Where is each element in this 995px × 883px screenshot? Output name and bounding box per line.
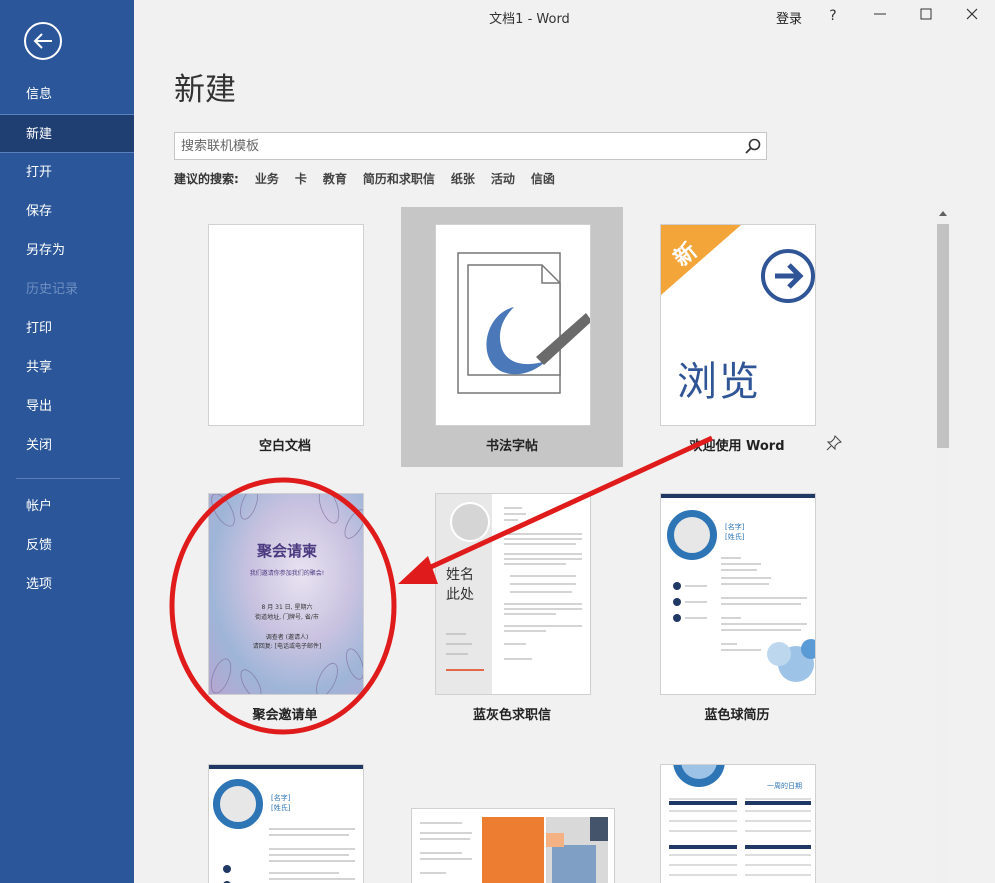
sidebar-item-share[interactable]: 共享 bbox=[0, 348, 134, 387]
party-title: 聚会请柬 bbox=[256, 542, 317, 560]
search-icon[interactable] bbox=[744, 137, 762, 155]
party-subtitle: 我们邀请你参加我们的聚会! bbox=[249, 570, 325, 577]
suggested-searches: 建议的搜索: 业务 卡 教育 简历和求职信 纸张 活动 信函 bbox=[174, 170, 571, 187]
template-party-invitation[interactable]: 聚会请柬 我们邀请你参加我们的聚会! 8 月 31 日, 星期六 街道地址, 门… bbox=[174, 476, 396, 736]
party-location: 街道地址, 门牌号, 省/市 bbox=[255, 614, 319, 621]
body-text-lines bbox=[446, 507, 582, 671]
calendar-title: 一周的日期 bbox=[767, 782, 802, 790]
sidebar-item-export[interactable]: 导出 bbox=[0, 387, 134, 426]
suggestion-event[interactable]: 活动 bbox=[491, 170, 515, 187]
template-brochure-partial[interactable] bbox=[401, 790, 623, 883]
maximize-icon bbox=[920, 8, 932, 20]
sidebar-item-save-as[interactable]: 另存为 bbox=[0, 231, 134, 270]
sign-in-link[interactable]: 登录 bbox=[776, 8, 802, 27]
suggestion-resume[interactable]: 简历和求职信 bbox=[363, 170, 435, 187]
sidebar-item-feedback[interactable]: 反馈 bbox=[0, 526, 134, 565]
scrollbar-thumb[interactable] bbox=[937, 224, 949, 448]
browse-text: 浏览 bbox=[677, 359, 761, 405]
sidebar-item-close[interactable]: 关闭 bbox=[0, 426, 134, 465]
calligraphy-icon bbox=[457, 252, 590, 394]
sidebar-item-new[interactable]: 新建 bbox=[0, 114, 134, 153]
minimize-icon bbox=[874, 13, 886, 15]
suggestion-letter[interactable]: 信函 bbox=[531, 170, 555, 187]
template-thumbnail: 聚会请柬 我们邀请你参加我们的聚会! 8 月 31 日, 星期六 街道地址, 门… bbox=[208, 493, 364, 695]
template-search-input[interactable] bbox=[175, 133, 715, 159]
template-thumbnail: [名字] [姓氏] bbox=[208, 764, 364, 883]
page-title: 新建 bbox=[174, 72, 236, 108]
brochure-preview bbox=[420, 817, 608, 883]
pin-icon[interactable] bbox=[826, 435, 842, 451]
party-host: 调查者 (邀请人) bbox=[265, 634, 309, 641]
sidebar-item-account[interactable]: 帐户 bbox=[0, 487, 134, 526]
template-calligraphy[interactable]: 书法字帖 bbox=[401, 207, 623, 467]
resume-body bbox=[673, 557, 815, 682]
title-bar: 文档1 - Word 登录 ? bbox=[134, 0, 995, 32]
sidebar-item-options[interactable]: 选项 bbox=[0, 565, 134, 604]
suggestion-paper[interactable]: 纸张 bbox=[451, 170, 475, 187]
new-badge: 新 bbox=[661, 225, 741, 295]
vertical-scrollbar[interactable] bbox=[936, 207, 950, 883]
template-blank-document[interactable]: 空白文档 bbox=[174, 207, 396, 467]
sidebar-divider bbox=[16, 478, 120, 479]
template-thumbnail bbox=[411, 808, 615, 883]
sidebar-item-open[interactable]: 打开 bbox=[0, 153, 134, 192]
template-label: 欢迎使用 Word bbox=[689, 439, 785, 454]
arrow-right-circle-icon bbox=[761, 249, 815, 303]
template-label: 书法字帖 bbox=[485, 439, 538, 454]
template-resume-partial[interactable]: [名字] [姓氏] bbox=[174, 747, 396, 883]
back-button[interactable] bbox=[24, 22, 62, 60]
template-search-box[interactable] bbox=[174, 132, 767, 160]
leaf-pattern bbox=[210, 494, 363, 694]
template-thumbnail: 一周的日期 bbox=[660, 764, 816, 883]
template-thumbnail: [名字] [姓氏] bbox=[660, 493, 816, 695]
template-thumbnail: 新 浏览 bbox=[660, 224, 816, 426]
minimize-button[interactable] bbox=[857, 0, 903, 32]
template-label: 蓝灰色求职信 bbox=[472, 708, 551, 723]
party-rsvp: 请回复: [电话或电子邮件] bbox=[252, 643, 322, 650]
backstage-sidebar: 信息 新建 打开 保存 另存为 历史记录 打印 共享 导出 关闭 帐户 反馈 选… bbox=[0, 0, 134, 883]
template-thumbnail bbox=[435, 224, 591, 426]
sidebar-item-history: 历史记录 bbox=[26, 282, 79, 297]
template-blue-gray-cover-letter[interactable]: 姓名 此处 蓝灰色求职信 bbox=[401, 476, 623, 736]
sidebar-item-save[interactable]: 保存 bbox=[0, 192, 134, 231]
sidebar-item-print[interactable]: 打印 bbox=[0, 309, 134, 348]
resume-body bbox=[223, 828, 355, 883]
template-thumbnail bbox=[208, 224, 364, 426]
template-label: 空白文档 bbox=[258, 439, 311, 454]
party-date: 8 月 31 日, 星期六 bbox=[261, 604, 313, 611]
template-blue-ball-resume[interactable]: [名字] [姓氏] 蓝色球简历 bbox=[626, 476, 848, 736]
suggested-searches-label: 建议的搜索: bbox=[174, 172, 239, 186]
suggestion-card[interactable]: 卡 bbox=[295, 170, 307, 187]
sidebar-item-info[interactable]: 信息 bbox=[0, 75, 134, 114]
maximize-button[interactable] bbox=[903, 0, 949, 32]
template-label: 蓝色球简历 bbox=[704, 708, 770, 723]
suggestion-education[interactable]: 教育 bbox=[323, 170, 347, 187]
template-thumbnail: 姓名 此处 bbox=[435, 493, 591, 695]
suggestion-business[interactable]: 业务 bbox=[255, 170, 279, 187]
close-button[interactable] bbox=[949, 0, 995, 32]
scroll-up-icon[interactable] bbox=[936, 207, 950, 221]
template-welcome-to-word[interactable]: 新 浏览 欢迎使用 Word bbox=[626, 207, 848, 467]
template-label: 聚会邀请单 bbox=[252, 708, 318, 723]
close-icon bbox=[966, 8, 978, 20]
help-button[interactable]: ? bbox=[810, 0, 856, 32]
template-calendar-partial[interactable]: 一周的日期 bbox=[626, 747, 848, 883]
arrow-left-icon bbox=[33, 33, 52, 49]
